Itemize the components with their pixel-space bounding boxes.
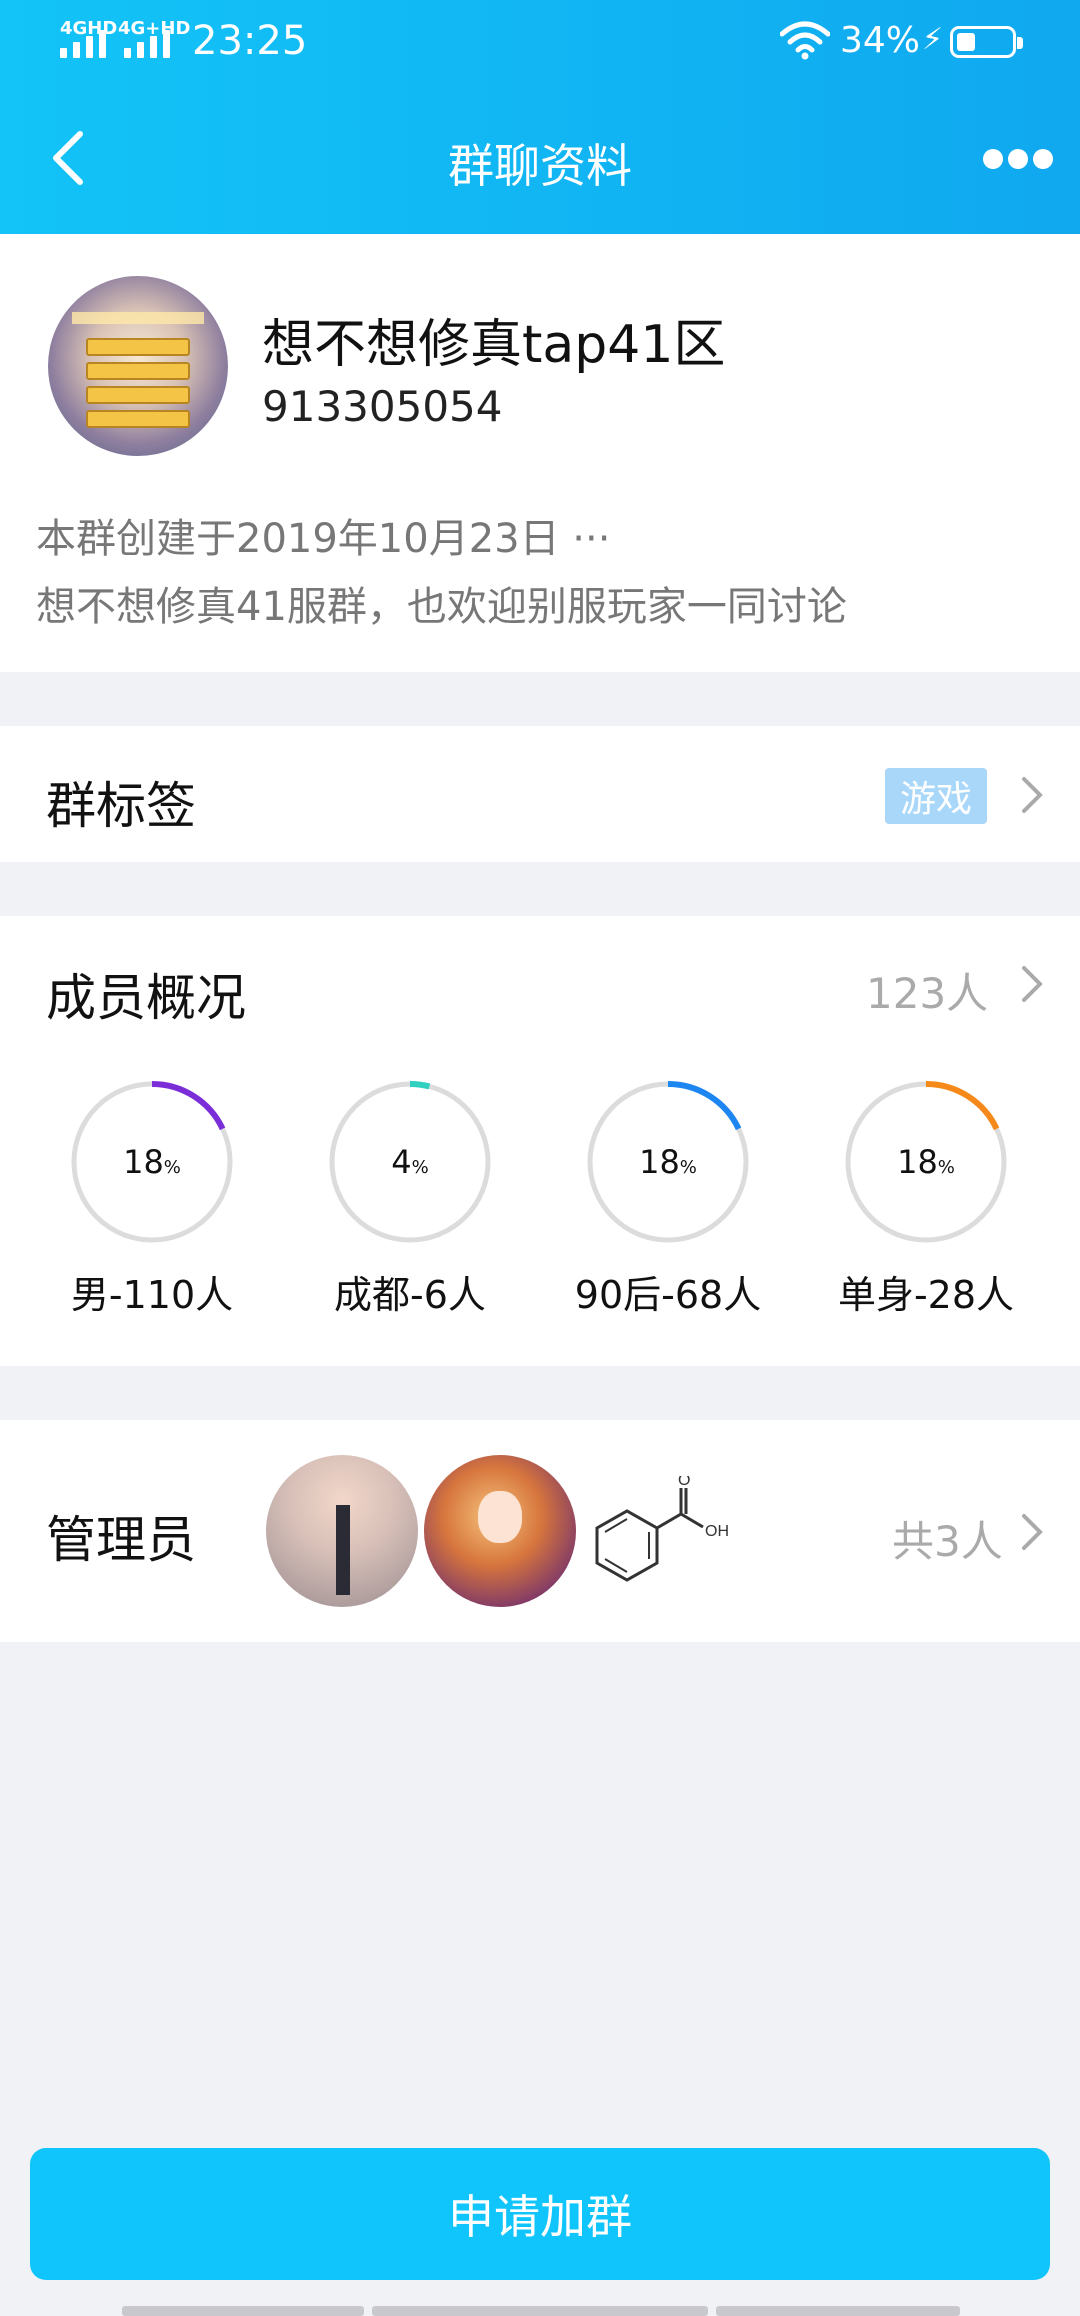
stat-label: 男-110人 (70, 1273, 234, 1317)
progress-ring: 18% (584, 1078, 752, 1246)
stat-label: 单身-28人 (837, 1273, 1015, 1317)
admins-label: 管理员 (46, 1511, 196, 1569)
admins-count: 共3人 (892, 1517, 1003, 1566)
member-stat-item: 18% 90后-68人 (558, 1078, 778, 1319)
members-overview-label: 成员概况 (46, 969, 246, 1027)
stat-percent-unit: % (937, 1156, 955, 1178)
charging-icon: ⚡ (922, 22, 944, 57)
member-stat-item: 4% 成都-6人 (300, 1078, 520, 1319)
stat-percent-unit: % (163, 1156, 181, 1178)
status-bar: 4GHD 4G+HD 23:25 34% ⚡ (0, 0, 1080, 90)
admin-avatar[interactable] (424, 1455, 576, 1607)
stat-percent-unit: % (679, 1156, 697, 1178)
stat-percent-unit: % (411, 1156, 429, 1178)
stat-percent: 18 (639, 1143, 680, 1181)
stat-label: 90后-68人 (574, 1273, 762, 1317)
stat-label: 成都-6人 (334, 1273, 486, 1317)
wifi-icon (780, 21, 830, 60)
nav-handle (372, 2306, 708, 2316)
admin-avatar[interactable] (266, 1455, 418, 1607)
members-count[interactable]: 123人 (866, 960, 988, 1021)
chevron-right-icon[interactable] (1020, 964, 1044, 1004)
nav-handle (122, 2306, 364, 2316)
more-dots-icon[interactable] (983, 146, 1053, 172)
battery-percent: 34% (840, 20, 921, 61)
group-description: 想不想修真41服群，也欢迎别服玩家一同讨论 (36, 584, 847, 630)
chevron-right-icon (1022, 777, 1043, 813)
group-name: 想不想修真tap41区 (262, 315, 726, 375)
stat-percent: 18 (897, 1143, 938, 1181)
nav-handle (716, 2306, 960, 2316)
stat-percent: 18 (123, 1143, 164, 1181)
group-id: 913305054 (262, 382, 503, 431)
member-stat-item: 18% 男-110人 (42, 1078, 262, 1319)
join-group-button[interactable]: 申请加群 (30, 2148, 1050, 2280)
signal-icon (60, 30, 106, 58)
header-bar: 4GHD 4G+HD 23:25 34% ⚡ 群聊资料 (0, 0, 1080, 234)
structure-label: OH (705, 1523, 729, 1540)
admin-avatar[interactable]: O OH (585, 1476, 735, 1596)
chevron-right-icon (1022, 1514, 1043, 1550)
group-tags-label: 群标签 (46, 777, 196, 835)
group-created-date[interactable]: 本群创建于2019年10月23日 ··· (36, 506, 610, 564)
page-title: 群聊资料 (448, 139, 632, 193)
svg-text:O: O (678, 1476, 690, 1489)
progress-ring: 18% (68, 1078, 236, 1246)
group-avatar[interactable] (48, 276, 228, 456)
battery-icon (950, 26, 1023, 58)
signal-icon-2 (124, 30, 170, 58)
tag-badge: 游戏 (885, 768, 987, 824)
member-stat-item: 18% 单身-28人 (816, 1078, 1036, 1319)
progress-ring: 4% (326, 1078, 494, 1246)
progress-ring: 18% (842, 1078, 1010, 1246)
clock: 23:25 (192, 18, 308, 64)
stat-percent: 4 (391, 1143, 412, 1181)
